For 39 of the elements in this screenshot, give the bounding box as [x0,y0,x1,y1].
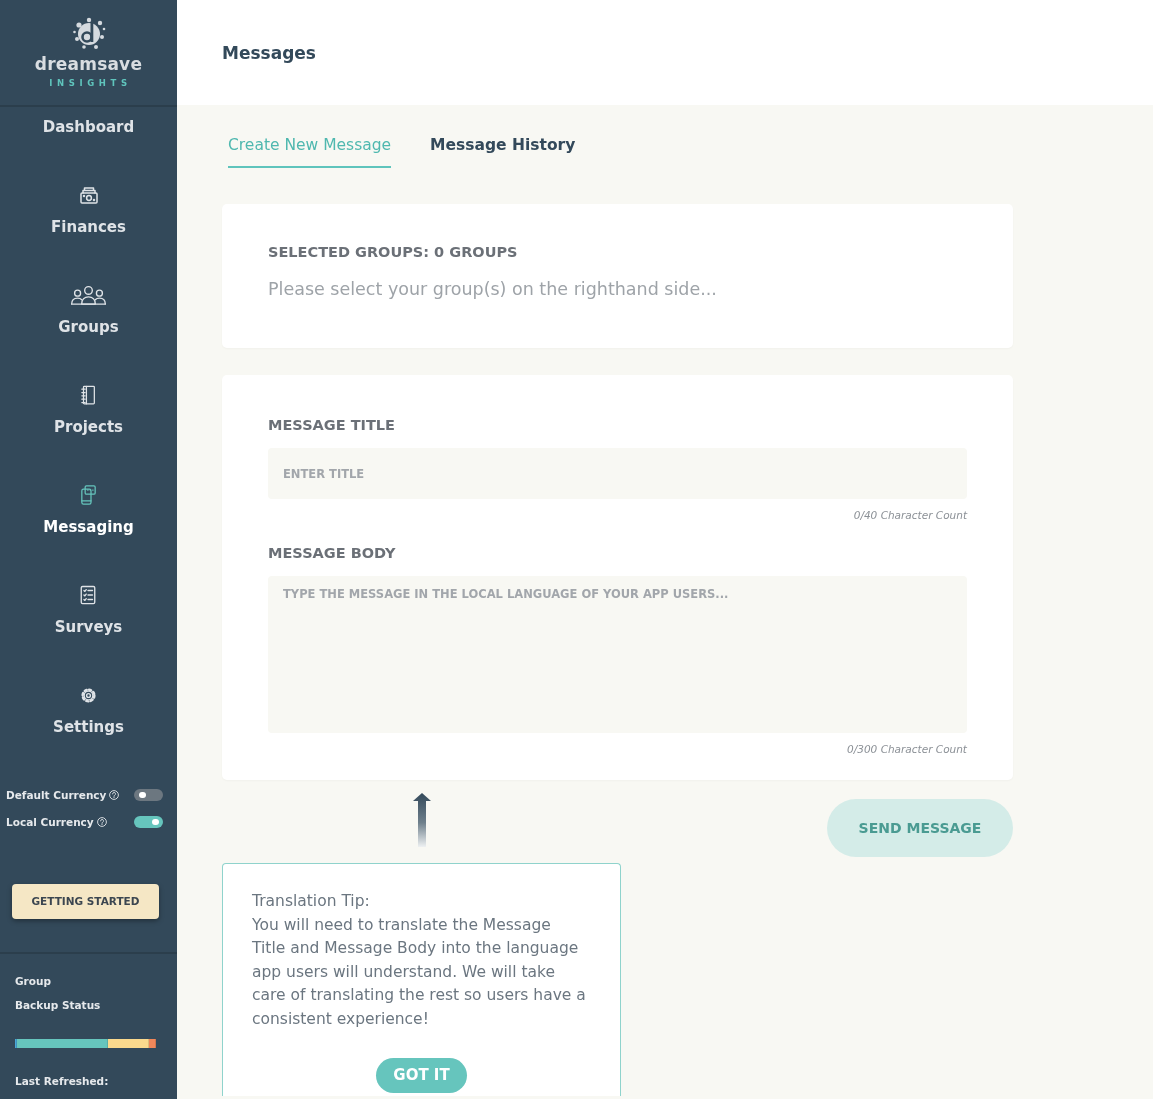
checklist-icon [79,585,98,605]
settings-icon [80,686,97,704]
logo-tagline: INSIGHTS [48,77,132,89]
backup-subtitle: Backup Status [15,998,102,1013]
backup-title: Group [15,974,52,989]
sidebar-item[interactable]: Finances [51,185,126,237]
selected-groups-heading: SELECTED GROUPS: 0 GROUPS [268,243,519,262]
currency-label: Default Currency [6,788,107,803]
character-count: 0/40 Character Count [852,508,967,523]
sidebar-item[interactable]: Dashboard [42,117,135,137]
people-icon [70,285,107,305]
help-icon[interactable] [109,790,120,800]
page-title: Messages [222,41,316,64]
sidebar-item[interactable]: Surveys [54,585,123,637]
notebook-icon [80,385,97,405]
tip-title: Translation Tip: [252,891,371,912]
help-icon[interactable] [96,817,107,827]
logo-wordmark: dreamsave [34,54,143,74]
sidebar-item[interactable]: Groups [58,285,119,337]
character-count: 0/300 Character Count [846,742,967,757]
selected-groups-hint: Please select your group(s) on the righthand side... [268,278,718,301]
sidebar-item[interactable]: Messaging [43,485,134,537]
tip-text: You will need to translate the Message Title and Message Body into the language app users will understand. We will take care of translating the rest so users have a consistent experience! [252,914,586,1030]
currency-label: Local Currency [6,815,94,830]
sidebar-item[interactable]: Projects [54,385,123,437]
message-body-field[interactable]: TYPE THE MESSAGE IN THE LOCAL LANGUAGE OF YOUR APP USERS... [268,576,967,733]
field-label: MESSAGE TITLE [268,416,395,435]
sidebar-item[interactable]: Settings [53,685,124,737]
up-arrow-icon [411,793,432,847]
toggle-switch[interactable] [134,816,163,828]
field-label: MESSAGE BODY [268,544,396,563]
logo-icon [71,15,106,49]
phone-icon [80,485,97,505]
toggle-switch[interactable] [134,789,163,801]
banknote-icon [78,185,99,205]
last-refreshed-label: Last Refreshed: [15,1074,110,1089]
tab[interactable]: Message History [430,135,576,168]
message-title-field[interactable]: ENTER TITLE [268,448,967,499]
getting-started-button[interactable]: GETTING STARTED [12,884,159,919]
